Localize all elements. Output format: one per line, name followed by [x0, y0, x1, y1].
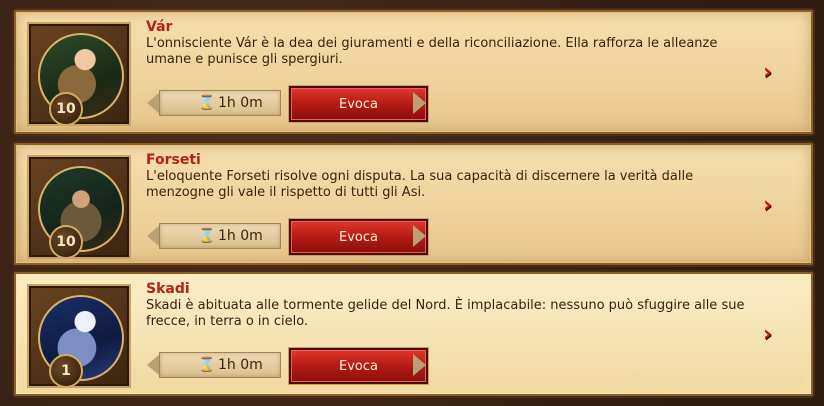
hero-card-forseti: 10 Forseti L'eloquente Forseti risolve o… — [14, 143, 813, 265]
chevron-right-icon[interactable]: › — [763, 62, 785, 84]
time-box: ⌛ 1h 0m — [159, 90, 281, 116]
hero-name: Forseti — [146, 152, 201, 168]
time-box: ⌛ 1h 0m — [159, 223, 281, 249]
summon-bar: ⌛ 1h 0m Evoca — [147, 84, 428, 122]
hero-description: Skadi è abituata alle tormente gelide de… — [146, 298, 745, 329]
hero-card-skadi: 1 Skadi Skadi è abituata alle tormente g… — [14, 272, 813, 396]
hero-description: L'eloquente Forseti risolve ogni disputa… — [146, 169, 694, 200]
chevron-right-icon[interactable]: › — [763, 195, 785, 217]
hero-description: L'onnisciente Vár è la dea dei giurament… — [146, 36, 718, 67]
summon-time: 1h 0m — [218, 95, 263, 111]
summon-time: 1h 0m — [218, 228, 263, 244]
hourglass-icon: ⌛ — [198, 357, 216, 373]
hero-name: Skadi — [146, 281, 190, 297]
level-badge: 10 — [49, 225, 83, 259]
time-box: ⌛ 1h 0m — [159, 352, 281, 378]
summon-bar: ⌛ 1h 0m Evoca — [147, 346, 428, 384]
level-badge: 10 — [49, 92, 83, 126]
summon-time: 1h 0m — [218, 357, 263, 373]
hourglass-icon: ⌛ — [198, 228, 216, 244]
summon-button[interactable]: Evoca — [289, 86, 428, 122]
hero-name: Vár — [146, 19, 173, 35]
level-badge: 1 — [49, 354, 83, 388]
right-ornament-icon — [413, 225, 426, 247]
hero-card-var: 10 Vár L'onnisciente Vár è la dea dei gi… — [14, 10, 813, 134]
summon-bar: ⌛ 1h 0m Evoca — [147, 217, 428, 255]
right-ornament-icon — [413, 92, 426, 114]
chevron-right-icon[interactable]: › — [763, 324, 785, 346]
hourglass-icon: ⌛ — [198, 95, 216, 111]
right-ornament-icon — [413, 354, 426, 376]
summon-button[interactable]: Evoca — [289, 348, 428, 384]
summon-button[interactable]: Evoca — [289, 219, 428, 255]
